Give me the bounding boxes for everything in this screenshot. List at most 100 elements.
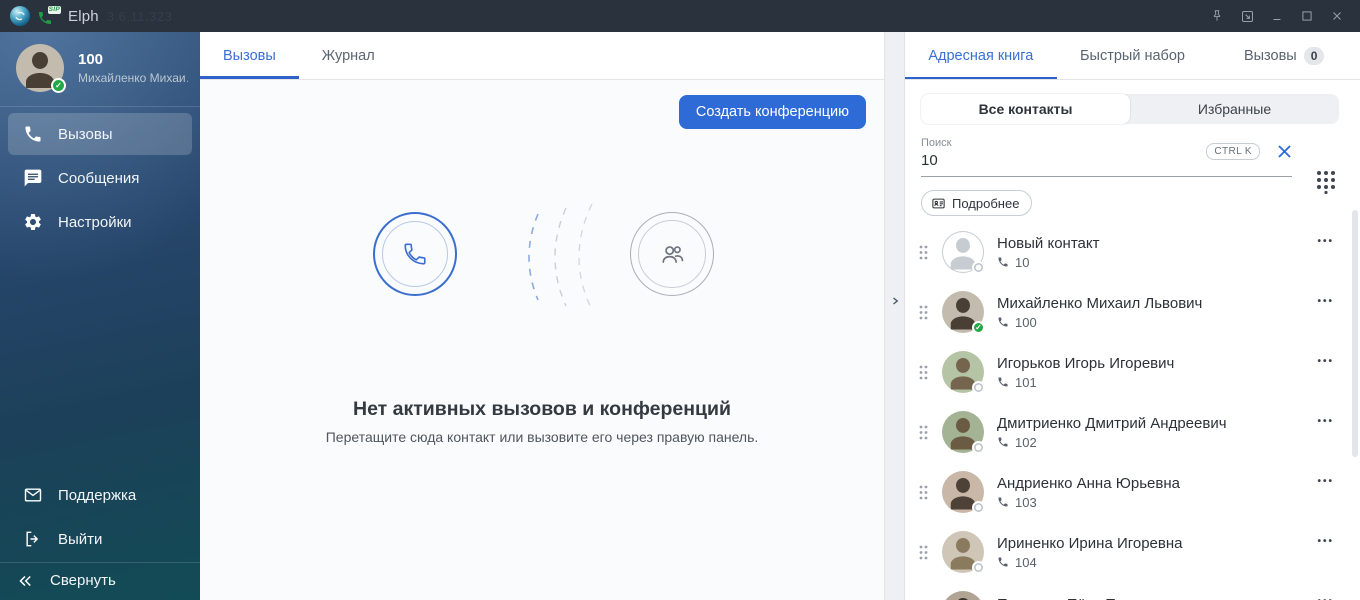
app-logo-icon: [10, 6, 30, 26]
segment-all-contacts[interactable]: Все контакты: [921, 94, 1130, 124]
double-chevron-left-icon: [14, 570, 36, 592]
drag-handle-icon[interactable]: [919, 245, 929, 260]
collapse-label: Свернуть: [50, 572, 116, 589]
contact-name: Андриенко Анна Юрьевна: [997, 475, 1317, 492]
more-options-button[interactable]: •••: [1317, 536, 1334, 547]
contact-number: 101: [1015, 375, 1037, 390]
sidebar-item-label: Настройки: [58, 214, 132, 231]
status-badge: [972, 561, 985, 574]
user-profile[interactable]: ✓ 100 Михайленко Михаи…: [0, 32, 200, 106]
sidebar-item-label: Выйти: [58, 531, 102, 548]
search-input[interactable]: Поиск 10 CTRL K: [921, 137, 1292, 177]
contact-row[interactable]: Новый контакт 10 •••: [905, 222, 1360, 282]
titlebar: SIP Elph 3.6.11.323: [0, 0, 1360, 32]
conference-circle-graphic: [630, 212, 714, 296]
tab-speed-dial[interactable]: Быстрый набор: [1057, 32, 1209, 79]
contact-name: Дмитриенко Дмитрий Андреевич: [997, 415, 1317, 432]
details-button[interactable]: Подробнее: [921, 190, 1032, 216]
maximize-button[interactable]: [1292, 0, 1322, 32]
clear-search-button[interactable]: [1275, 142, 1294, 166]
status-badge: ✓: [972, 321, 985, 334]
phone-icon: [997, 316, 1009, 328]
close-icon: [1275, 142, 1294, 161]
sidebar-item-support[interactable]: Поддержка: [8, 474, 192, 516]
collapse-sidebar-button[interactable]: Свернуть: [0, 562, 200, 598]
calls-count-badge: 0: [1304, 47, 1325, 65]
user-extension: 100: [78, 51, 188, 68]
contact-number: 100: [1015, 315, 1037, 330]
sip-phone-icon: SIP: [37, 6, 59, 26]
more-options-button[interactable]: •••: [1317, 596, 1334, 600]
keyboard-shortcut-badge: CTRL K: [1206, 143, 1260, 160]
scrollbar-thumb[interactable]: [1352, 210, 1358, 457]
gear-icon: [22, 211, 44, 233]
contact-row[interactable]: ✓ Михайленко Михаил Львович 100 •••: [905, 282, 1360, 342]
more-options-button[interactable]: •••: [1317, 476, 1334, 487]
contact-name: Новый контакт: [997, 235, 1317, 252]
phone-outline-icon: [402, 241, 428, 267]
contact-row[interactable]: Игорьков Игорь Игоревич 101 •••: [905, 342, 1360, 402]
contact-number: 103: [1015, 495, 1037, 510]
contact-row[interactable]: Дмитриенко Дмитрий Андреевич 102 •••: [905, 402, 1360, 462]
more-options-button[interactable]: •••: [1317, 416, 1334, 427]
people-outline-icon: [659, 241, 686, 268]
pin-window-button[interactable]: [1202, 0, 1232, 32]
contact-avatar: [942, 231, 984, 273]
tab-calls-right[interactable]: Вызовы 0: [1208, 32, 1360, 79]
calls-empty-state: Создать конференцию Нет активных: [200, 80, 884, 600]
more-options-button[interactable]: •••: [1317, 296, 1334, 307]
app-window: SIP Elph 3.6.11.323: [0, 0, 1360, 600]
sidebar-item-label: Сообщения: [58, 170, 139, 187]
main-panel: Вызовы Журнал Создать конференцию: [200, 32, 884, 600]
contact-card-icon: [931, 196, 946, 211]
contact-row[interactable]: Андриенко Анна Юрьевна 103 •••: [905, 462, 1360, 522]
sidebar-item-messages[interactable]: Сообщения: [8, 157, 192, 199]
contact-avatar: ✓: [942, 291, 984, 333]
signal-waves-graphic: [500, 202, 610, 312]
phone-icon: [997, 256, 1009, 268]
contact-name: Игорьков Игорь Игоревич: [997, 355, 1317, 372]
user-avatar: ✓: [16, 44, 64, 92]
more-options-button[interactable]: •••: [1317, 356, 1334, 367]
create-conference-button[interactable]: Создать конференцию: [679, 95, 866, 129]
popout-window-button[interactable]: [1232, 0, 1262, 32]
drag-handle-icon[interactable]: [919, 545, 929, 560]
collapse-right-panel-button[interactable]: [884, 32, 905, 600]
drag-handle-icon[interactable]: [919, 365, 929, 380]
chevron-right-icon: [889, 295, 901, 307]
drag-handle-icon[interactable]: [919, 305, 929, 320]
phone-icon: [997, 496, 1009, 508]
logout-icon: [22, 528, 44, 550]
phone-circle-graphic: [373, 212, 457, 296]
minimize-button[interactable]: [1262, 0, 1292, 32]
chat-icon: [22, 167, 44, 189]
tab-address-book[interactable]: Адресная книга: [905, 32, 1057, 79]
tab-calls[interactable]: Вызовы: [200, 32, 299, 79]
drag-handle-icon[interactable]: [919, 425, 929, 440]
dialpad-button[interactable]: [1314, 168, 1338, 199]
main-tabs: Вызовы Журнал: [200, 32, 884, 80]
contact-row[interactable]: Ириненко Ирина Игоревна 104 •••: [905, 522, 1360, 582]
contact-number: 102: [1015, 435, 1037, 450]
sidebar: ✓ 100 Михайленко Михаи… Вызовы: [0, 32, 200, 600]
status-badge: [972, 441, 985, 454]
contact-avatar: [942, 531, 984, 573]
right-panel-tabs: Адресная книга Быстрый набор Вызовы 0: [905, 32, 1360, 80]
app-title: Elph: [68, 8, 99, 25]
drag-handle-icon[interactable]: [919, 485, 929, 500]
user-name: Михайленко Михаи…: [78, 71, 188, 85]
sidebar-item-settings[interactable]: Настройки: [8, 201, 192, 243]
right-panel: Адресная книга Быстрый набор Вызовы 0 Вс…: [905, 32, 1360, 600]
phone-icon: [22, 123, 44, 145]
contact-avatar: [942, 471, 984, 513]
phone-icon: [997, 556, 1009, 568]
segment-favorites[interactable]: Избранные: [1130, 94, 1339, 124]
more-options-button[interactable]: •••: [1317, 236, 1334, 247]
sidebar-item-calls[interactable]: Вызовы: [8, 113, 192, 155]
contact-row[interactable]: Петренко Пётр Петрович •••: [905, 582, 1360, 600]
contact-name: Михайленко Михаил Львович: [997, 295, 1317, 312]
contact-name: Ириненко Ирина Игоревна: [997, 535, 1317, 552]
sidebar-item-logout[interactable]: Выйти: [8, 518, 192, 560]
tab-journal[interactable]: Журнал: [299, 32, 398, 79]
close-button[interactable]: [1322, 0, 1352, 32]
